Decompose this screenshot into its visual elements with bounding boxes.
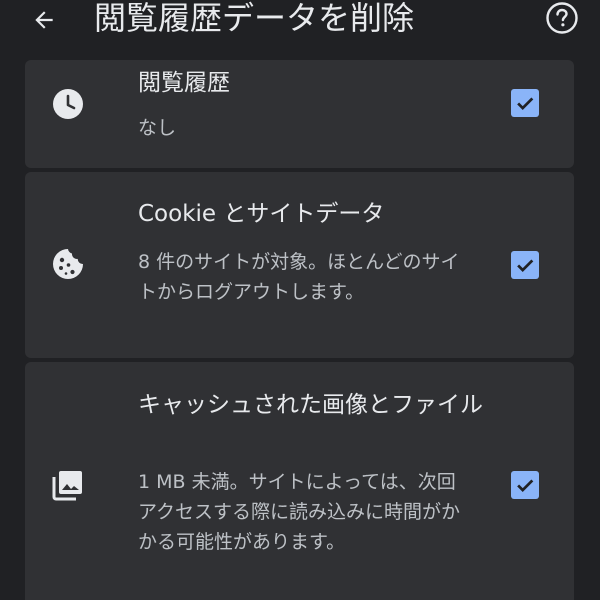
clock-icon: [50, 86, 86, 122]
option-description: なし: [138, 117, 177, 139]
checkmark-icon: [517, 479, 534, 492]
cookie-icon: [50, 246, 86, 282]
checkbox-browsing-history[interactable]: [511, 89, 539, 117]
checkbox-cached-images[interactable]: [511, 471, 539, 499]
back-button[interactable]: [24, 0, 64, 40]
arrow-back-icon: [35, 11, 53, 29]
option-title: 閲覧履歴: [138, 70, 230, 96]
help-button[interactable]: [544, 0, 580, 36]
app-bar: 閲覧履歴データを削除: [0, 0, 600, 60]
option-title: キャッシュされた画像とファイル: [138, 392, 483, 418]
option-description: 8 件のサイトが対象。ほとんどのサイトからログアウトします。: [138, 251, 460, 303]
page-title: 閲覧履歴データを削除: [94, 0, 415, 37]
option-description: 1 MB 未満。サイトによっては、次回アクセスする際に読み込みに時間がかかる可能…: [138, 471, 461, 553]
checkmark-icon: [517, 97, 534, 110]
checkbox-cookies[interactable]: [511, 251, 539, 279]
checkmark-icon: [517, 259, 534, 272]
help-circle-icon: [546, 2, 578, 34]
option-title: Cookie とサイトデータ: [138, 201, 385, 227]
image-icon: [50, 467, 86, 503]
